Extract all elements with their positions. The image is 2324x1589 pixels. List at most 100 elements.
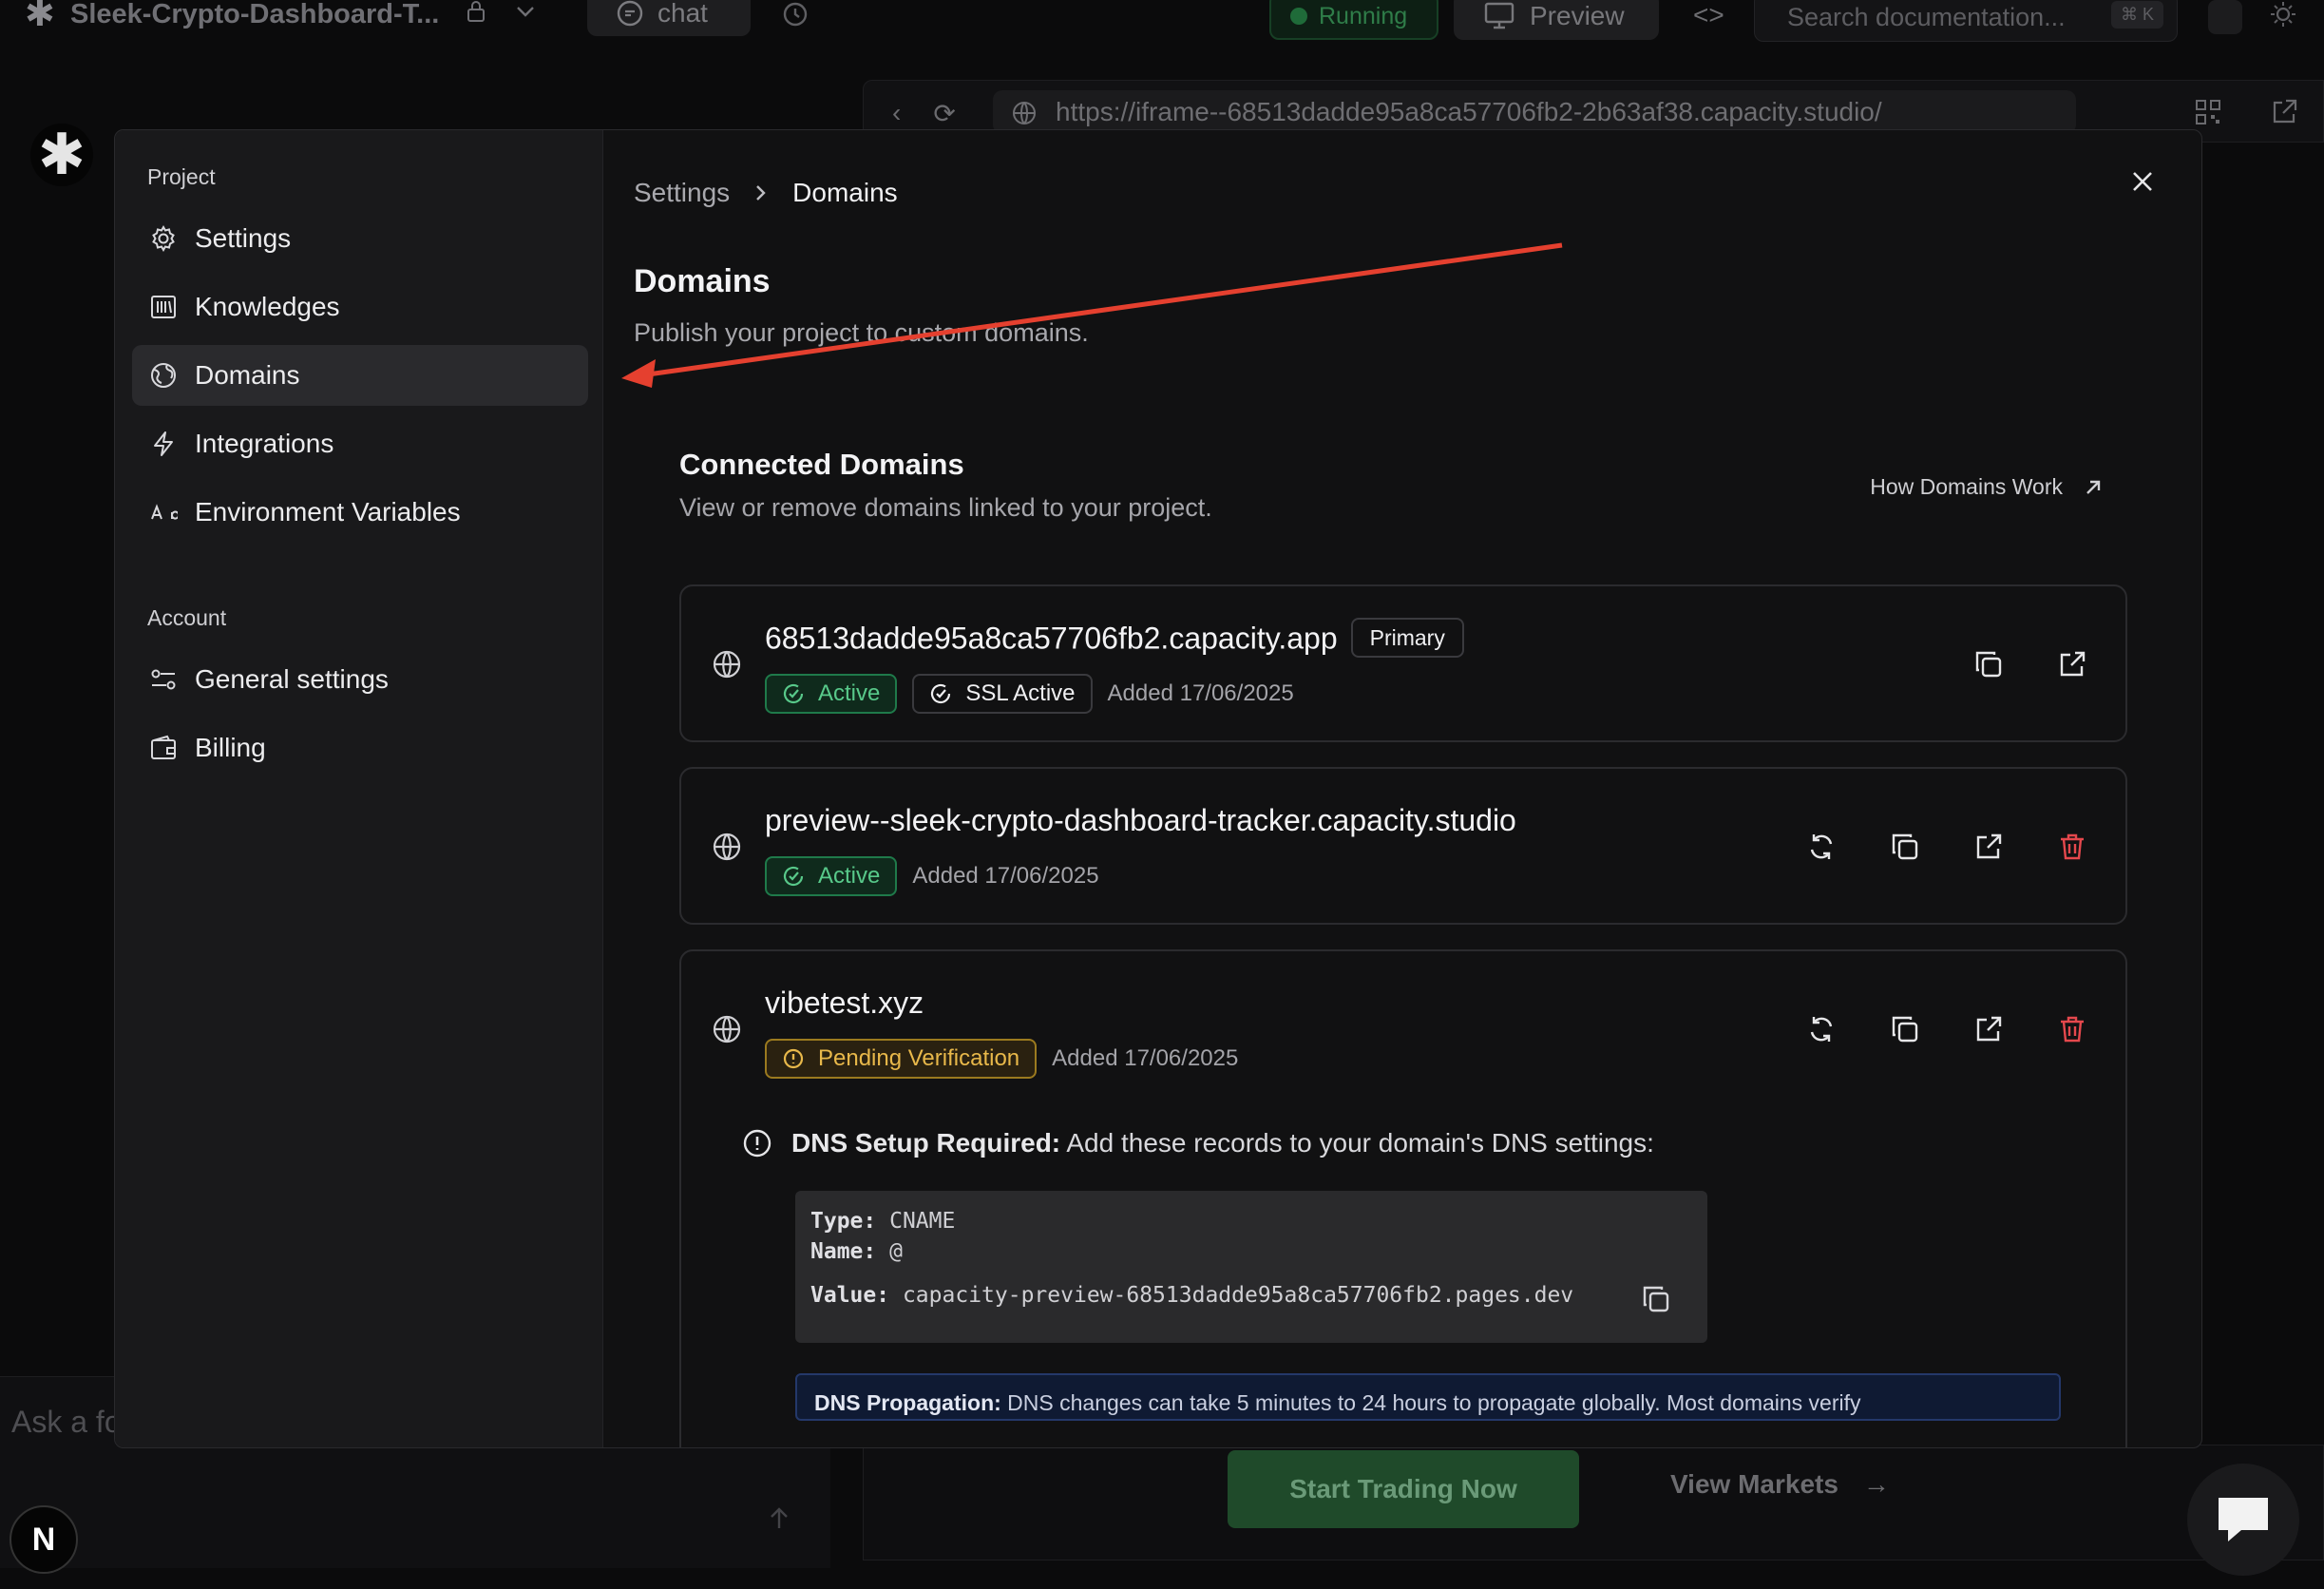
start-trading-button[interactable]: Start Trading Now — [1228, 1450, 1579, 1528]
back-icon[interactable]: ‹ — [892, 98, 901, 129]
app-logo-icon[interactable]: ✱ — [30, 124, 93, 186]
project-heading: Project — [147, 164, 216, 189]
domain-meta: Pending Verification Added 17/06/2025 — [765, 1039, 1238, 1079]
added-date: Added 17/06/2025 — [1052, 1045, 1239, 1071]
settings-sidebar: Project Settings Knowledges Domains Inte… — [115, 130, 603, 1447]
arrow-up-right-icon — [2086, 480, 2101, 494]
page-title: Domains — [634, 263, 771, 299]
sidebar-item-environment-variables[interactable]: Environment Variables — [132, 482, 588, 543]
close-icon — [2133, 172, 2152, 191]
info-circle-icon — [743, 1129, 771, 1158]
copy-button[interactable] — [1890, 832, 1920, 862]
section-title: Connected Domains — [679, 448, 964, 481]
top-bar: ✱ Sleek-Crypto-Dashboard-T... chat Runni… — [0, 0, 2324, 57]
dns-required-bold: DNS Setup Required: — [791, 1128, 1061, 1158]
propagation-bold: DNS Propagation: — [814, 1390, 1001, 1415]
open-domain-button[interactable] — [2057, 649, 2087, 680]
page-subtitle: Publish your project to custom domains. — [634, 318, 1089, 347]
breadcrumb-current: Domains — [792, 178, 898, 207]
ssl-label: SSL Active — [965, 680, 1076, 706]
view-markets-link[interactable]: View Markets → — [1670, 1469, 1890, 1500]
globe-icon — [151, 363, 176, 388]
domain-card: 68513dadde95a8ca57706fb2.capacity.app Pri… — [679, 584, 2127, 742]
running-status[interactable]: Running — [1269, 0, 1438, 40]
dns-required-text: Add these records to your domain's DNS s… — [1060, 1128, 1654, 1158]
domain-meta: Active Added 17/06/2025 — [765, 856, 1099, 896]
sidebar-item-billing[interactable]: Billing — [132, 718, 588, 778]
copy-button[interactable] — [1890, 1014, 1920, 1044]
domain-meta: Active SSL Active Added 17/06/2025 — [765, 674, 1294, 714]
ask-input[interactable]: Ask a fo — [11, 1405, 122, 1440]
sidebar-item-settings[interactable]: Settings — [132, 208, 588, 269]
domain-card: vibetest.xyz Pending Verification Added … — [679, 949, 2127, 1447]
status-badge: Active — [765, 856, 898, 896]
qr-code-icon[interactable] — [2194, 98, 2222, 126]
support-chat-button[interactable] — [2187, 1464, 2299, 1576]
code-icon[interactable]: <> — [1693, 0, 1724, 30]
sidebar-item-integrations[interactable]: Integrations — [132, 413, 588, 474]
refresh-icon — [1810, 1017, 1833, 1042]
search-documentation-input[interactable]: Search documentation... ⌘ K — [1754, 0, 2178, 42]
moon-icon[interactable] — [2208, 0, 2242, 34]
trash-icon — [2061, 1016, 2084, 1043]
sidebar-item-general-settings[interactable]: General settings — [132, 649, 588, 710]
status-label: Active — [818, 863, 881, 889]
sun-icon[interactable] — [2269, 0, 2297, 29]
open-external-icon — [1976, 1016, 2002, 1042]
status-badge: Pending Verification — [765, 1039, 1038, 1079]
open-external-icon — [1976, 833, 2002, 859]
dns-record-box: Type: CNAME Name: @ Value: capacity-prev… — [795, 1191, 1707, 1343]
sidebar-item-domains[interactable]: Domains — [132, 345, 588, 406]
reload-icon[interactable]: ⟳ — [933, 98, 955, 129]
url-field[interactable]: https://iframe--68513dadde95a8ca57706fb2… — [993, 90, 2076, 134]
url-text: https://iframe--68513dadde95a8ca57706fb2… — [1056, 97, 1882, 126]
preview-button[interactable]: Preview — [1454, 0, 1659, 40]
copy-button[interactable] — [1973, 649, 2004, 680]
library-icon — [151, 296, 176, 318]
chat-tab[interactable]: chat — [587, 0, 751, 36]
refresh-button[interactable] — [1806, 1014, 1837, 1044]
chat-bubble-icon — [617, 0, 643, 27]
chevron-down-icon[interactable] — [515, 2, 536, 21]
dns-value-value: capacity-preview-68513dadde95a8ca57706fb… — [902, 1283, 1574, 1308]
added-date: Added 17/06/2025 — [912, 863, 1099, 889]
view-markets-label: View Markets — [1670, 1469, 1838, 1499]
open-external-icon[interactable] — [2270, 98, 2298, 126]
domain-actions — [1973, 649, 2087, 680]
delete-button[interactable] — [2057, 1014, 2087, 1044]
how-domains-work-link[interactable]: How Domains Work — [1870, 474, 2103, 500]
dns-value-label: Value: — [810, 1283, 890, 1308]
domain-actions — [1806, 1014, 2087, 1044]
running-dot-icon — [1290, 8, 1307, 25]
trash-icon — [2061, 833, 2084, 860]
copy-icon — [1892, 1016, 1918, 1043]
wallet-icon — [151, 735, 176, 759]
domains-panel: Settings Domains Domains Publish your pr… — [603, 130, 2201, 1447]
open-domain-button[interactable] — [1973, 1014, 2004, 1044]
dns-type-label: Type: — [810, 1209, 877, 1234]
globe-icon — [713, 1015, 741, 1043]
refresh-button[interactable] — [1806, 832, 1837, 862]
project-title[interactable]: Sleek-Crypto-Dashboard-T... — [70, 0, 439, 29]
sidebar-item-label: Domains — [195, 360, 300, 390]
domain-actions — [1806, 832, 2087, 862]
send-arrow-icon[interactable] — [764, 1503, 794, 1534]
status-label: Pending Verification — [818, 1045, 1020, 1071]
breadcrumb-settings-link[interactable]: Settings — [634, 178, 730, 208]
history-icon[interactable] — [781, 0, 810, 29]
sidebar-item-label: Environment Variables — [195, 497, 461, 526]
chat-tab-label: chat — [657, 0, 708, 28]
propagation-text: DNS changes can take 5 minutes to 24 hou… — [1000, 1390, 1861, 1415]
sliders-icon — [151, 669, 176, 690]
added-date: Added 17/06/2025 — [1107, 680, 1294, 706]
domain-name: vibetest.xyz — [765, 986, 924, 1020]
lightning-icon — [154, 431, 173, 456]
domain-name-text: 68513dadde95a8ca57706fb2.capacity.app — [765, 621, 1338, 656]
open-domain-button[interactable] — [1973, 832, 2004, 862]
close-button[interactable] — [2124, 163, 2162, 201]
sidebar-item-knowledges[interactable]: Knowledges — [132, 277, 588, 337]
domain-card: preview--sleek-crypto-dashboard-tracker.… — [679, 767, 2127, 925]
copy-icon[interactable] — [1641, 1284, 1671, 1314]
avatar[interactable]: N — [10, 1505, 78, 1574]
delete-button[interactable] — [2057, 832, 2087, 862]
